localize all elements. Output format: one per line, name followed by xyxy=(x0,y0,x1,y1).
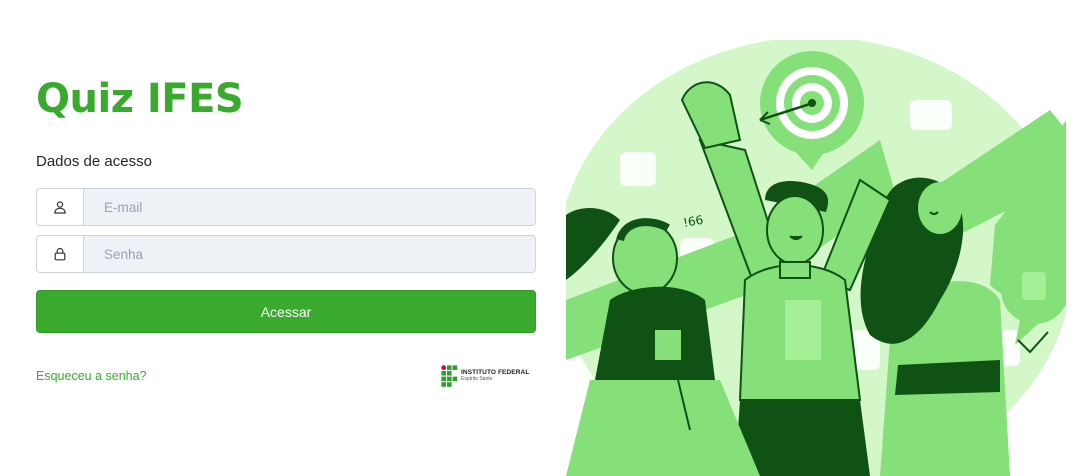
password-input-group xyxy=(36,235,536,273)
app-title: Quiz IFES xyxy=(36,76,244,122)
ifes-logo: INSTITUTO FEDERAL Espírito Santo xyxy=(441,365,529,387)
people-celebrating-illustration: !66 xyxy=(566,40,1066,476)
access-data-label: Dados de acesso xyxy=(36,153,152,170)
email-input[interactable] xyxy=(84,189,535,225)
forgot-password-link[interactable]: Esqueceu a senha? xyxy=(36,369,147,383)
ifes-logo-icon xyxy=(441,365,458,387)
password-input[interactable] xyxy=(84,236,535,272)
ifes-logo-campus: Espírito Santo xyxy=(461,376,493,383)
submit-button[interactable]: Acessar xyxy=(36,290,536,333)
login-panel: Quiz IFES Dados de acesso Acessar Esquec… xyxy=(36,0,536,476)
user-icon xyxy=(37,189,84,225)
lock-icon xyxy=(37,236,84,272)
email-input-group xyxy=(36,188,536,226)
